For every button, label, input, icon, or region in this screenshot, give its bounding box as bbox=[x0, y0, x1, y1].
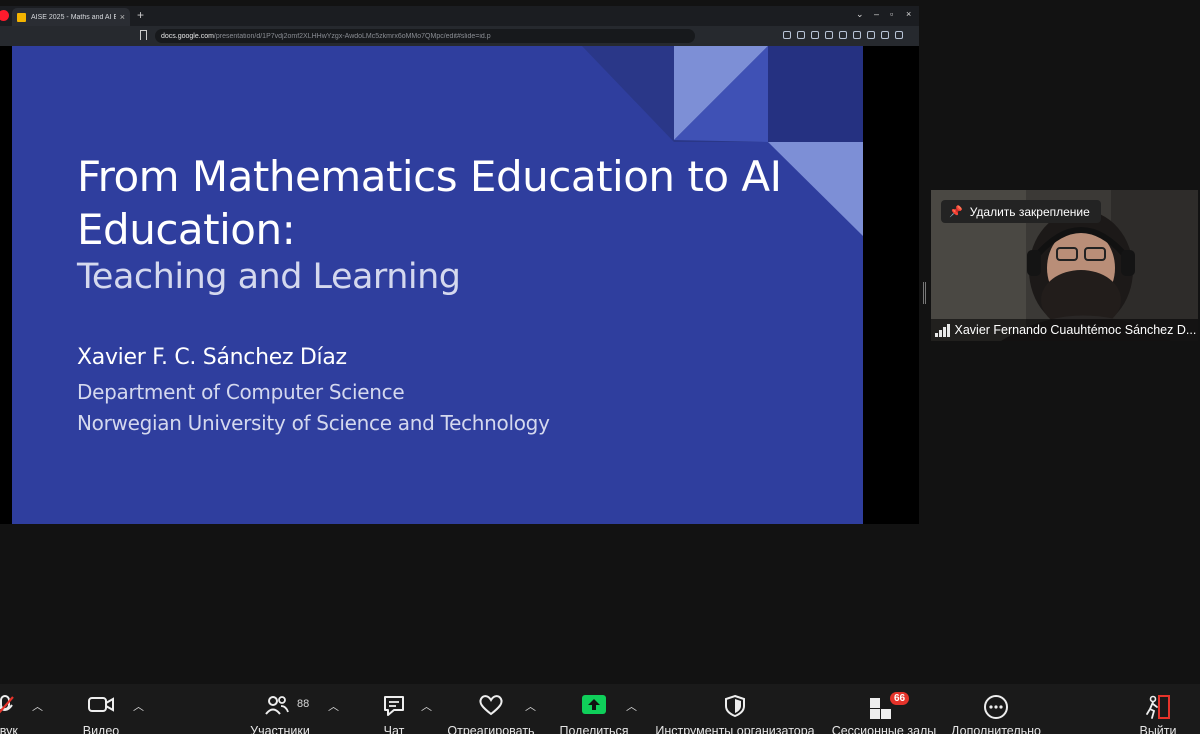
participants-options-chevron-icon[interactable]: ︿ bbox=[328, 698, 339, 714]
leave-label: Выйти bbox=[1139, 724, 1177, 734]
host-tools-button[interactable]: Инструменты организатора bbox=[650, 684, 820, 734]
video-camera-icon bbox=[88, 697, 114, 712]
video-label: Видео bbox=[82, 724, 120, 734]
signal-strength-icon bbox=[935, 323, 950, 337]
address-bar: docs.google.com/presentation/d/1P7vdj2om… bbox=[0, 26, 919, 46]
participant-name: Xavier Fernando Cuauhtémoc Sánchez D... bbox=[954, 323, 1197, 337]
browser-tab[interactable]: AISE 2025 - Maths and AI E × bbox=[12, 8, 130, 26]
slide-subtitle: Teaching and Learning bbox=[77, 257, 461, 297]
extension-icon[interactable] bbox=[783, 31, 791, 39]
new-tab-icon[interactable]: + bbox=[137, 8, 144, 22]
share-screen-button[interactable]: Поделиться bbox=[556, 684, 632, 734]
tab-menu-chevron-icon[interactable]: ⌄ bbox=[856, 9, 864, 20]
leave-icon bbox=[1146, 695, 1170, 719]
extension-icon[interactable] bbox=[853, 31, 861, 39]
muted-microphone-icon bbox=[0, 695, 14, 714]
browser-tab-title: AISE 2025 - Maths and AI E bbox=[31, 13, 116, 21]
heart-icon bbox=[479, 695, 503, 716]
slide-author: Xavier F. C. Sánchez Díaz bbox=[77, 345, 347, 370]
slide-title: From Mathematics Education to AI Educati… bbox=[77, 152, 782, 254]
react-label: Отреагировать bbox=[447, 724, 535, 734]
meeting-toolbar: Звук ︿ Видео ︿ 88 Участники ︿ bbox=[0, 684, 1200, 734]
extension-icon[interactable] bbox=[797, 31, 805, 39]
share-screen-icon bbox=[582, 695, 606, 714]
restore-icon[interactable]: ▫ bbox=[890, 9, 893, 19]
breakout-label: Сессионные залы bbox=[831, 724, 937, 734]
video-button[interactable]: Видео bbox=[72, 684, 130, 734]
extension-icon[interactable] bbox=[811, 31, 819, 39]
react-options-chevron-icon[interactable]: ︿ bbox=[525, 698, 536, 714]
more-label: Дополнительно bbox=[951, 724, 1041, 734]
browser-tab-bar: AISE 2025 - Maths and AI E × + ⌄ – ▫ × bbox=[0, 6, 919, 26]
share-label: Поделиться bbox=[559, 724, 629, 734]
extension-icon[interactable] bbox=[839, 31, 847, 39]
url-path: /presentation/d/1P7vdj2omf2XLHHwYzgx-Awd… bbox=[213, 32, 491, 40]
more-button[interactable]: Дополнительно bbox=[948, 684, 1044, 734]
chat-options-chevron-icon[interactable]: ︿ bbox=[421, 698, 432, 714]
extension-icon[interactable] bbox=[881, 31, 889, 39]
unpin-label: Удалить закрепление bbox=[969, 204, 1090, 219]
extension-icons bbox=[783, 31, 903, 39]
splitter-handle[interactable] bbox=[923, 282, 926, 304]
extension-icon[interactable] bbox=[825, 31, 833, 39]
menu-icon[interactable] bbox=[895, 31, 903, 39]
bookmark-icon[interactable] bbox=[140, 30, 147, 40]
slide-department: Department of Computer Science bbox=[77, 380, 405, 404]
close-window-icon[interactable]: × bbox=[906, 9, 911, 19]
participants-icon bbox=[265, 696, 289, 715]
chat-label: Чат bbox=[383, 724, 405, 734]
chat-icon bbox=[384, 696, 404, 716]
slides-favicon-icon bbox=[17, 12, 26, 22]
host-tools-label: Инструменты организатора bbox=[655, 724, 815, 734]
shield-icon bbox=[725, 694, 745, 718]
react-button[interactable]: Отреагировать bbox=[445, 684, 537, 734]
breakout-badge: 66 bbox=[890, 692, 910, 705]
pin-icon: 📌 bbox=[949, 206, 963, 218]
leave-button[interactable]: Выйти bbox=[1130, 684, 1186, 734]
audio-label: Звук bbox=[0, 724, 18, 734]
slide-university: Norwegian University of Science and Tech… bbox=[77, 411, 550, 435]
presentation-slide: From Mathematics Education to AI Educati… bbox=[12, 46, 863, 524]
url-host: docs.google.com bbox=[161, 32, 214, 40]
url-input[interactable]: docs.google.com/presentation/d/1P7vdj2om… bbox=[155, 29, 695, 43]
participant-video[interactable]: 📌 Удалить закрепление Xavier Fernando Cu… bbox=[931, 190, 1198, 341]
close-tab-icon[interactable]: × bbox=[120, 12, 125, 22]
participant-name-bar: Xavier Fernando Cuauhtémoc Sánchez D... bbox=[931, 319, 1198, 341]
participants-label: Участники bbox=[250, 724, 310, 734]
browser-logo-icon[interactable] bbox=[0, 10, 9, 21]
meeting-window: AISE 2025 - Maths and AI E × + ⌄ – ▫ × d… bbox=[0, 0, 1200, 734]
video-options-chevron-icon[interactable]: ︿ bbox=[133, 698, 144, 714]
chat-button[interactable]: Чат bbox=[372, 684, 416, 734]
share-options-chevron-icon[interactable]: ︿ bbox=[626, 698, 637, 714]
participants-count: 88 bbox=[297, 698, 310, 710]
audio-button[interactable]: Звук bbox=[0, 684, 25, 734]
unpin-button[interactable]: 📌 Удалить закрепление bbox=[941, 200, 1101, 223]
minimize-icon[interactable]: – bbox=[874, 9, 879, 19]
extension-icon[interactable] bbox=[867, 31, 875, 39]
participants-button[interactable]: 88 Участники bbox=[240, 684, 320, 734]
audio-options-chevron-icon[interactable]: ︿ bbox=[32, 698, 43, 714]
shared-screen: AISE 2025 - Maths and AI E × + ⌄ – ▫ × d… bbox=[0, 6, 919, 524]
more-icon bbox=[984, 695, 1008, 719]
breakout-rooms-button[interactable]: 66 Сессионные залы bbox=[828, 684, 940, 734]
